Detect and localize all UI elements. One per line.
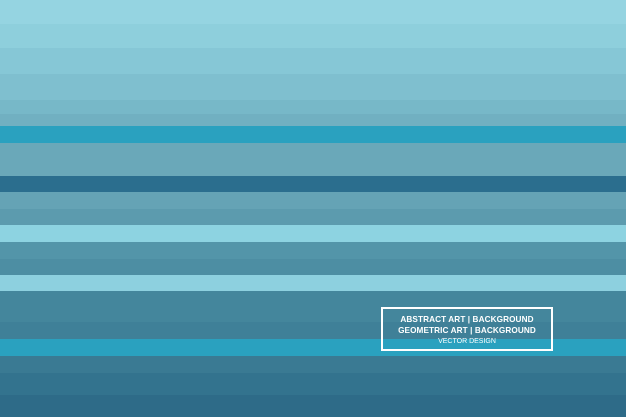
caption-line-abstract-art: ABSTRACT ART | BACKGROUND	[400, 315, 534, 324]
caption-line-geometric-art: GEOMETRIC ART | BACKGROUND	[398, 326, 536, 335]
stripe	[0, 373, 626, 395]
stripe	[0, 0, 626, 24]
stripe	[0, 126, 626, 143]
stripe	[0, 225, 626, 242]
stripe	[0, 209, 626, 225]
stripe	[0, 74, 626, 100]
stripe	[0, 356, 626, 373]
stripe	[0, 275, 626, 291]
striped-background: ABSTRACT ART | BACKGROUND GEOMETRIC ART …	[0, 0, 626, 417]
stripe	[0, 176, 626, 192]
stripe	[0, 100, 626, 114]
caption-line-vector-design: VECTOR DESIGN	[438, 338, 496, 345]
stripe	[0, 114, 626, 126]
stripe	[0, 395, 626, 417]
stripe	[0, 48, 626, 74]
stripe	[0, 143, 626, 176]
stripe	[0, 259, 626, 275]
caption-box: ABSTRACT ART | BACKGROUND GEOMETRIC ART …	[381, 307, 553, 351]
stripe	[0, 242, 626, 259]
stripe	[0, 192, 626, 209]
stripe	[0, 24, 626, 48]
